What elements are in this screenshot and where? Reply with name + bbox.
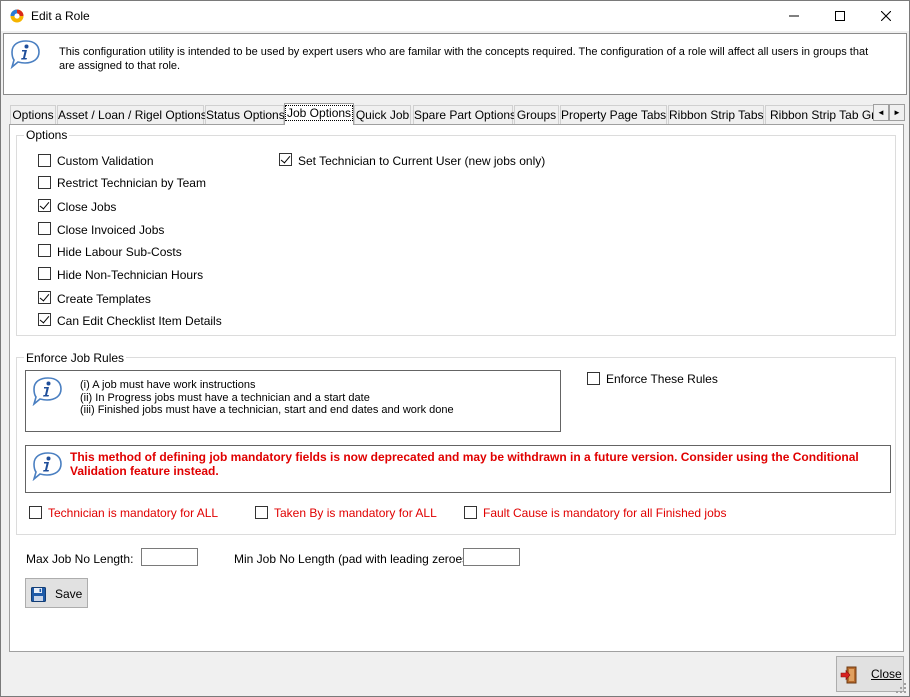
custom-validation-checkbox[interactable] [38,154,51,167]
rule-line: (i) A job must have work instructions [80,379,256,391]
window-title: Edit a Role [31,9,90,23]
technician-mandatory-checkbox[interactable] [29,506,42,519]
tab-asset-loan-rigel-options[interactable]: Asset / Loan / Rigel Options [57,105,207,124]
close-jobs-label: Close Jobs [57,200,117,214]
exit-door-icon [840,666,857,684]
info-text: This configuration utility is intended t… [59,46,869,72]
tab-groups[interactable]: Groups [514,105,559,124]
close-button[interactable]: Close [836,656,904,692]
maximize-icon [835,11,845,21]
can-edit-checklist-item-details-label: Can Edit Checklist Item Details [57,314,222,328]
set-technician-to-current-user-label: Set Technician to Current User (new jobs… [298,154,546,168]
close-window-button[interactable] [863,1,909,31]
taken-by-mandatory-label: Taken By is mandatory for ALL [274,506,437,520]
tab-strip: Options Asset / Loan / Rigel Options Sta… [9,103,881,125]
minimize-button[interactable] [771,1,817,31]
tab-ribbon-strip-tabs[interactable]: Ribbon Strip Tabs [668,105,764,124]
tab-scroll-left-button[interactable]: ◄ [873,104,889,121]
tab-options[interactable]: Options [10,105,56,124]
resize-grip-icon[interactable] [895,682,907,694]
job-options-tab-page: Options Custom Validation Restrict Techn… [9,124,904,652]
tab-ribbon-strip-tab-groups[interactable]: Ribbon Strip Tab Grou [765,105,881,124]
tab-job-options[interactable]: Job Options [284,103,354,125]
info-icon [32,452,62,481]
create-templates-checkbox[interactable] [38,291,51,304]
close-invoiced-jobs-checkbox[interactable] [38,222,51,235]
title-bar: Edit a Role [1,1,909,31]
min-job-no-length-label: Min Job No Length (pad with leading zero… [234,552,476,566]
rules-text: (i) A job must have work instructions (i… [80,379,454,417]
fault-cause-mandatory-label: Fault Cause is mandatory for all Finishe… [483,506,727,520]
rules-info-box: (i) A job must have work instructions (i… [25,370,561,432]
deprecation-warning-box: This method of defining job mandatory fi… [25,445,891,493]
close-button-label: Close [871,667,902,681]
tab-property-page-tabs[interactable]: Property Page Tabs [560,105,667,124]
hide-non-technician-hours-checkbox[interactable] [38,267,51,280]
min-job-no-length-input[interactable] [463,548,520,566]
options-group-title: Options [24,128,70,142]
restrict-technician-by-team-checkbox[interactable] [38,176,51,189]
can-edit-checklist-item-details-checkbox[interactable] [38,313,51,326]
technician-mandatory-label: Technician is mandatory for ALL [48,506,219,520]
taken-by-mandatory-checkbox[interactable] [255,506,268,519]
enforce-these-rules-checkbox[interactable] [587,372,600,385]
edit-role-window: Edit a Role This configuration utility i… [0,0,910,697]
set-technician-to-current-user-checkbox[interactable] [279,153,292,166]
info-icon [32,377,62,406]
minimize-icon [789,15,799,17]
max-job-no-length-label: Max Job No Length: [26,552,134,566]
restrict-technician-by-team-label: Restrict Technician by Team [57,176,206,190]
info-panel: This configuration utility is intended t… [3,33,907,95]
rule-line: (iii) Finished jobs must have a technici… [80,404,454,416]
enforce-these-rules-label: Enforce These Rules [606,372,718,386]
enforce-job-rules-title: Enforce Job Rules [24,351,127,365]
save-button-label: Save [55,587,83,601]
maximize-button[interactable] [817,1,863,31]
close-jobs-checkbox[interactable] [38,199,51,212]
close-invoiced-jobs-label: Close Invoiced Jobs [57,223,165,237]
rule-line: (ii) In Progress jobs must have a techni… [80,391,370,404]
info-icon [10,40,40,69]
fault-cause-mandatory-checkbox[interactable] [464,506,477,519]
tab-quick-job[interactable]: Quick Job [354,105,411,124]
tab-scroll-right-button[interactable]: ► [889,104,905,121]
close-icon [881,11,891,21]
deprecation-warning-text: This method of defining job mandatory fi… [70,450,859,478]
hide-labour-sub-costs-label: Hide Labour Sub-Costs [57,245,182,259]
app-icon [10,9,24,23]
tab-status-options[interactable]: Status Options [205,105,285,124]
custom-validation-label: Custom Validation [57,154,154,168]
hide-non-technician-hours-label: Hide Non-Technician Hours [57,268,204,282]
max-job-no-length-input[interactable] [141,548,198,566]
save-button[interactable]: Save [25,578,88,608]
floppy-disk-icon [31,587,46,602]
tab-spare-part-options[interactable]: Spare Part Options [413,105,516,124]
create-templates-label: Create Templates [57,292,151,306]
hide-labour-sub-costs-checkbox[interactable] [38,244,51,257]
